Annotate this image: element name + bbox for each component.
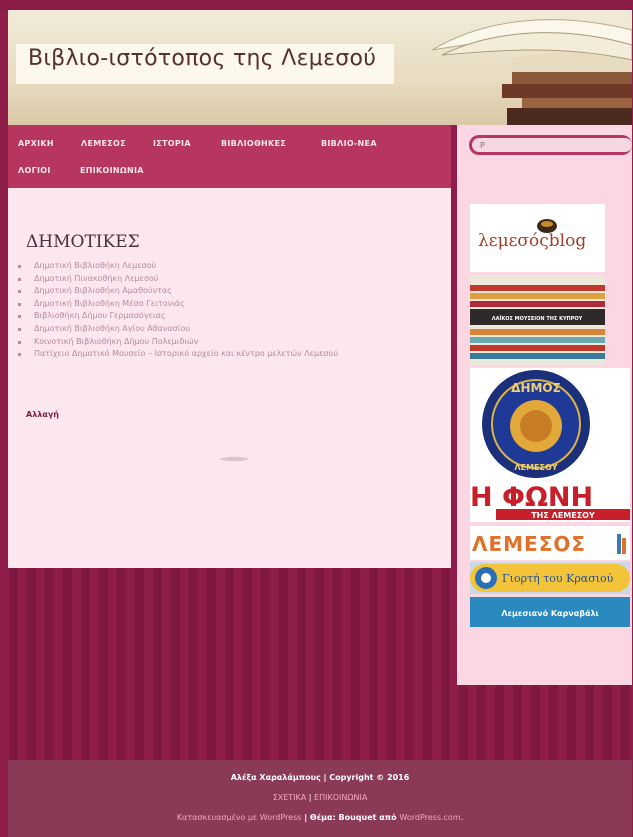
svg-text:ΔΗΜΟΣ: ΔΗΜΟΣ — [511, 381, 561, 395]
list-item[interactable]: Βιβλιοθήκη Δήμου Γερμασόγειας — [16, 310, 426, 323]
carnival-logo: Λεμεσιανό Καρναβάλι — [501, 608, 598, 618]
nav-item-contact[interactable]: ΕΠΙΚΟΙΝΩΝΙΑ — [80, 166, 144, 175]
museum-badge[interactable]: ΛΑΪΚΟΣ ΜΟΥΣΕΙΟΝ ΤΗΣ ΚΥΠΡΟΥ — [470, 275, 605, 365]
library-link-list: Δημοτική Βιβλιοθήκη Λεμεσού Δημοτική Πιν… — [16, 260, 426, 361]
foni-badge[interactable]: Η ΦΩΝΗ ΤΗΣ ΛΕΜΕΣΟΥ — [470, 480, 630, 522]
wine-festival-badge[interactable]: Γιορτή του Κρασιού — [470, 562, 630, 594]
svg-text:ΛΕΜΕΣΟΥ: ΛΕΜΕΣΟΥ — [514, 463, 557, 472]
footer-link-wpcom[interactable]: WordPress.com — [399, 813, 460, 822]
svg-text:Λεμεσιανό Καρναβάλι: Λεμεσιανό Καρναβάλι — [501, 608, 598, 618]
list-item[interactable]: Δημοτική Βιβλιοθήκη Αμαθούντας — [16, 285, 426, 298]
lemesos-badge[interactable]: ΛΕΜΕΣΟΣ — [470, 526, 630, 560]
site-header: Βιβλιο-ιστότοπος της Λεμεσού — [8, 10, 632, 125]
divider-ornament-icon — [219, 456, 249, 462]
nav-item-home[interactable]: ΑΡΧΙΚΗ — [18, 139, 54, 148]
site-footer: Αλέξα Χαραλάμπους | Copyright © 2016 ΣΧΕ… — [8, 760, 632, 837]
list-item[interactable]: Δημοτική Βιβλιοθήκη Αγίου Αθανασίου — [16, 323, 426, 336]
main-nav: ΑΡΧΙΚΗ ΛΕΜΕΣΟΣ ΙΣΤΟΡΙΑ ΒΙΒΛΙΟΘΗΚΕΣ ΒΙΒΛΙ… — [8, 125, 451, 188]
lemesos-blog-text: λεμεσόςblog — [478, 231, 586, 251]
sidebar: λεμεσόςblog ΛΑΪΚΟΣ ΜΟΥΣΕΙΟΝ ΤΗΣ ΚΥΠΡΟΥ Δ… — [457, 125, 632, 685]
nav-item-book-news[interactable]: ΒΙΒΛΙΟ-ΝΕΑ — [321, 139, 377, 148]
carnival-badge[interactable]: Λεμεσιανό Καρναβάλι — [470, 597, 630, 627]
nav-item-history[interactable]: ΙΣΤΟΡΙΑ — [153, 139, 191, 148]
svg-text:ΛΕΜΕΣΟΣ: ΛΕΜΕΣΟΣ — [472, 532, 586, 556]
footer-links: ΣΧΕΤΙΚΑ | ΕΠΙΚΟΙΝΩΝΙΑ — [272, 793, 368, 802]
list-item[interactable]: Κοινοτική Βιβλιοθήκη Δήμου Πολεμιδιών — [16, 336, 426, 349]
svg-text:Η ΦΩΝΗ: Η ΦΩΝΗ — [470, 482, 593, 513]
footer-theme-label: | Θέμα: Bouquet από — [301, 813, 400, 822]
nav-item-scholars[interactable]: ΛΟΓΙΟΙ — [18, 166, 51, 175]
nav-item-lemesos[interactable]: ΛΕΜΕΣΟΣ — [81, 139, 126, 148]
municipality-seal: ΔΗΜΟΣ ΛΕΜΕΣΟΥ — [482, 370, 590, 478]
footer-copyright: Copyright © 2016 — [329, 773, 410, 782]
footer-link-about[interactable]: ΣΧΕΤΙΚΑ — [273, 793, 307, 802]
museum-banner: ΛΑΪΚΟΣ ΜΟΥΣΕΙΟΝ ΤΗΣ ΚΥΠΡΟΥ — [470, 285, 605, 359]
page-title: ΔΗΜΟΤΙΚΕΣ — [26, 232, 140, 253]
svg-text:ΤΗΣ ΛΕΜΕΣΟΥ: ΤΗΣ ΛΕΜΕΣΟΥ — [531, 511, 595, 520]
footer-link-wordpress[interactable]: Κατασκευασμένο με WordPress — [177, 813, 302, 822]
wine-festival-logo: Γιορτή του Κρασιού — [470, 564, 630, 592]
list-item[interactable]: Δημοτική Βιβλιοθήκη Μέσα Γειτονιάς — [16, 298, 426, 311]
lemesos-logo: ΛΕΜΕΣΟΣ — [472, 532, 626, 556]
search-input[interactable] — [472, 138, 632, 152]
municipality-badge[interactable]: ΔΗΜΟΣ ΛΕΜΕΣΟΥ — [470, 368, 630, 480]
footer-powered: Κατασκευασμένο με WordPress | Θέμα: Bouq… — [176, 813, 464, 822]
footer-link-contact[interactable]: ΕΠΙΚΟΙΝΩΝΙΑ — [314, 793, 367, 802]
foni-logo: Η ΦΩΝΗ ΤΗΣ ΛΕΜΕΣΟΥ — [470, 482, 630, 520]
list-item[interactable]: Δημοτική Βιβλιοθήκη Λεμεσού — [16, 260, 426, 273]
lemesos-blog-badge[interactable]: λεμεσόςblog — [470, 204, 605, 272]
site-title[interactable]: Βιβλιο-ιστότοπος της Λεμεσού — [28, 46, 376, 71]
search-wrapper — [469, 135, 632, 155]
footer-credits: Αλέξα Χαραλάμπους | Copyright © 2016 — [230, 773, 410, 782]
lemesos-blog-logo: λεμεσόςblog — [478, 219, 586, 251]
nav-item-libraries[interactable]: ΒΙΒΛΙΟΘΗΚΕΣ — [221, 139, 286, 148]
edit-link[interactable]: Αλλαγή — [26, 410, 59, 419]
svg-text:ΛΑΪΚΟΣ ΜΟΥΣΕΙΟΝ ΤΗΣ ΚΥΠΡΟΥ: ΛΑΪΚΟΣ ΜΟΥΣΕΙΟΝ ΤΗΣ ΚΥΠΡΟΥ — [492, 315, 583, 322]
footer-author: Αλέξα Χαραλάμπους — [230, 773, 321, 782]
list-item[interactable]: Δημοτική Πινακοθήκη Λεμεσού — [16, 273, 426, 286]
main-content: ΔΗΜΟΤΙΚΕΣ Δημοτική Βιβλιοθήκη Λεμεσού Δη… — [8, 188, 451, 568]
top-strip — [0, 0, 633, 10]
books-illustration — [431, 19, 632, 125]
list-item[interactable]: Πατίχειο Δημοτικό Μουσείο – Ιστορικό αρχ… — [16, 348, 426, 361]
svg-text:Γιορτή του Κρασιού: Γιορτή του Κρασιού — [502, 572, 614, 585]
